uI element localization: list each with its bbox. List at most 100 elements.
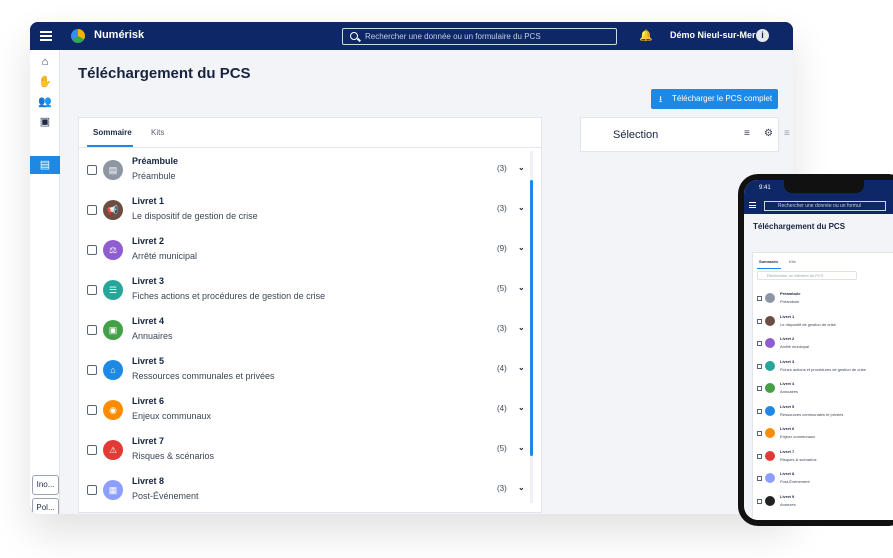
- section-checkbox[interactable]: [87, 325, 97, 335]
- chevron-down-icon[interactable]: ⌄: [518, 363, 525, 372]
- chevron-down-icon[interactable]: ⌄: [518, 243, 525, 252]
- mobile-search-input[interactable]: Rechercher une donnée ou un formul: [764, 201, 886, 211]
- chevron-down-icon[interactable]: ⌄: [518, 483, 525, 492]
- mobile-section-title: Livret 5: [780, 403, 795, 409]
- section-checkbox[interactable]: [87, 285, 97, 295]
- mobile-page-title: Téléchargement du PCS: [753, 222, 846, 231]
- clear-filter-icon[interactable]: ≡: [784, 128, 790, 139]
- section-row[interactable]: ⚖ Livret 2 Arrêté municipal (9) ⌄: [79, 231, 525, 271]
- section-row[interactable]: ▣ Livret 4 Annuaires (3) ⌄: [79, 311, 525, 351]
- mobile-section-row[interactable]: Livret 5 Ressources communales et privées…: [753, 401, 893, 423]
- mobile-section-row[interactable]: Livret 2Arrêté municipal(9): [753, 333, 893, 355]
- mobile-section-checkbox[interactable]: [757, 363, 762, 369]
- mobile-section-title: Livret 2: [780, 336, 795, 341]
- menu-icon[interactable]: [40, 31, 52, 41]
- mobile-section-checkbox[interactable]: [757, 296, 762, 301]
- section-row[interactable]: ⌂ Livret 5 Ressources communales et privée…: [79, 351, 525, 391]
- chevron-down-icon[interactable]: ⌄: [518, 203, 525, 212]
- chevron-down-icon[interactable]: ⌄: [518, 283, 525, 292]
- mobile-menu-icon[interactable]: [749, 202, 756, 208]
- mobile-list-search-input[interactable]: Rechercher un élément du PCS: [757, 271, 857, 280]
- chevron-down-icon[interactable]: ⌄: [518, 323, 525, 332]
- tab-sommaire[interactable]: Sommaire: [93, 128, 132, 137]
- mobile-tab-sommaire[interactable]: Sommaire: [759, 259, 778, 264]
- search-icon: [350, 32, 358, 40]
- mobile-section-row[interactable]: Livret 8Post-Événement(3): [753, 468, 893, 490]
- section-row[interactable]: ⚠ Livret 7 Risques & scénarios (5) ⌄: [79, 431, 525, 471]
- mobile-section-row[interactable]: Livret 6Enjeux communaux(4): [753, 423, 893, 445]
- tab-divider: [79, 147, 541, 148]
- page-title: Téléchargement du PCS: [78, 65, 251, 82]
- section-checkbox[interactable]: [87, 485, 97, 495]
- section-checkbox[interactable]: [87, 405, 97, 415]
- mobile-section-checkbox[interactable]: [757, 341, 762, 346]
- section-checkbox[interactable]: [87, 365, 97, 375]
- info-icon[interactable]: i: [756, 29, 769, 42]
- section-checkbox[interactable]: [87, 165, 97, 175]
- main-content: Téléchargement du PCS ⭳ Télécharger le P…: [60, 50, 793, 514]
- section-subtitle: Le dispositif de gestion de crise: [132, 211, 258, 221]
- desktop-window: Numérisk Rechercher une donnée ou un for…: [30, 22, 793, 514]
- mobile-section-title: Livret 7: [780, 448, 795, 454]
- section-title: Livret 5: [132, 356, 165, 366]
- mobile-section-row[interactable]: Livret 3 Fiches actions et procédures de …: [753, 356, 893, 378]
- section-count: (9): [497, 244, 507, 253]
- section-checkbox[interactable]: [87, 245, 97, 255]
- section-badge-icon: [765, 315, 775, 326]
- section-subtitle: Préambule: [132, 171, 176, 181]
- scrollbar-thumb[interactable]: [530, 180, 533, 456]
- section-row[interactable]: ▦ Livret 8 Post-Événement (3) ⌄: [79, 471, 525, 511]
- search-input[interactable]: Rechercher une donnée ou un formulaire d…: [342, 28, 617, 45]
- stage: Numérisk Rechercher une donnée ou un for…: [0, 0, 893, 558]
- stakes-icon: ◉: [103, 400, 123, 420]
- mobile-section-checkbox[interactable]: [757, 453, 762, 459]
- sidebar-pill-2[interactable]: Pol...: [32, 498, 59, 514]
- chevron-down-icon[interactable]: ⌄: [518, 443, 525, 452]
- sidebar-pill-1[interactable]: Ino...: [32, 475, 59, 495]
- mobile-section-checkbox[interactable]: [757, 318, 762, 324]
- mobile-section-row[interactable]: PréambulePréambule(3): [753, 288, 893, 310]
- section-row[interactable]: ▤ Préambule Préambule (3) ⌄: [79, 151, 525, 191]
- mobile-section-subtitle: Préambule: [780, 299, 800, 304]
- mobile-section-checkbox[interactable]: [757, 431, 762, 436]
- document-icon[interactable]: ▤: [30, 156, 60, 174]
- mobile-section-checkbox[interactable]: [757, 476, 762, 481]
- mobile-section-checkbox[interactable]: [757, 408, 762, 414]
- section-subtitle: Enjeux communaux: [132, 411, 212, 421]
- mobile-tab-kits[interactable]: Kits: [789, 259, 796, 264]
- people-icon[interactable]: 👥: [30, 93, 60, 111]
- chevron-down-icon[interactable]: ⌄: [518, 403, 525, 412]
- home-icon[interactable]: ⌂: [30, 53, 60, 71]
- section-checkbox[interactable]: [87, 445, 97, 455]
- notification-bell-icon[interactable]: 🔔: [639, 29, 653, 42]
- calendar-icon: ▦: [103, 480, 123, 500]
- section-badge-icon: [765, 428, 775, 438]
- download-pcs-button[interactable]: ⭳ Télécharger le PCS complet: [651, 89, 778, 109]
- mobile-section-subtitle: Le dispositif de gestion de crise: [780, 321, 836, 327]
- mobile-notch: [784, 180, 864, 193]
- section-badge-icon: [765, 293, 775, 303]
- mobile-device: 9:41 Rechercher une donnée ou un formul …: [738, 174, 893, 526]
- mobile-section-checkbox[interactable]: [757, 498, 762, 504]
- section-title: Livret 3: [132, 276, 165, 286]
- mobile-section-row[interactable]: Livret 9Annexes(1): [753, 491, 893, 513]
- section-checkbox[interactable]: [87, 205, 97, 215]
- mobile-section-subtitle: Annexes: [780, 501, 796, 507]
- user-name[interactable]: Démo Nieul-sur-Mer: [670, 30, 756, 40]
- mobile-section-row[interactable]: Livret 1 Le dispositif de gestion de cris…: [753, 311, 893, 333]
- hand-icon[interactable]: ✋: [30, 73, 60, 91]
- gear-icon[interactable]: ⚙: [764, 128, 773, 139]
- mobile-section-row[interactable]: Livret 7Risques & scénarios(5): [753, 446, 893, 468]
- section-row[interactable]: ◉ Livret 6 Enjeux communaux (4) ⌄: [79, 391, 525, 431]
- sort-icon[interactable]: ≡: [744, 128, 750, 139]
- tab-kits[interactable]: Kits: [151, 128, 164, 137]
- section-row[interactable]: 📢 Livret 1 Le dispositif de gestion de cri…: [79, 191, 525, 231]
- contact-card-icon[interactable]: ▣: [30, 113, 60, 131]
- mobile-section-row[interactable]: Livret 4Annuaires(3): [753, 378, 893, 400]
- section-subtitle: Arrêté municipal: [132, 251, 198, 261]
- section-row[interactable]: ☰ Livret 3 Fiches actions et procédures de…: [79, 271, 525, 311]
- selection-title: Sélection: [613, 129, 659, 141]
- chevron-down-icon[interactable]: ⌄: [518, 163, 525, 172]
- warning-icon: ⚠: [103, 440, 123, 460]
- mobile-section-checkbox[interactable]: [757, 386, 762, 391]
